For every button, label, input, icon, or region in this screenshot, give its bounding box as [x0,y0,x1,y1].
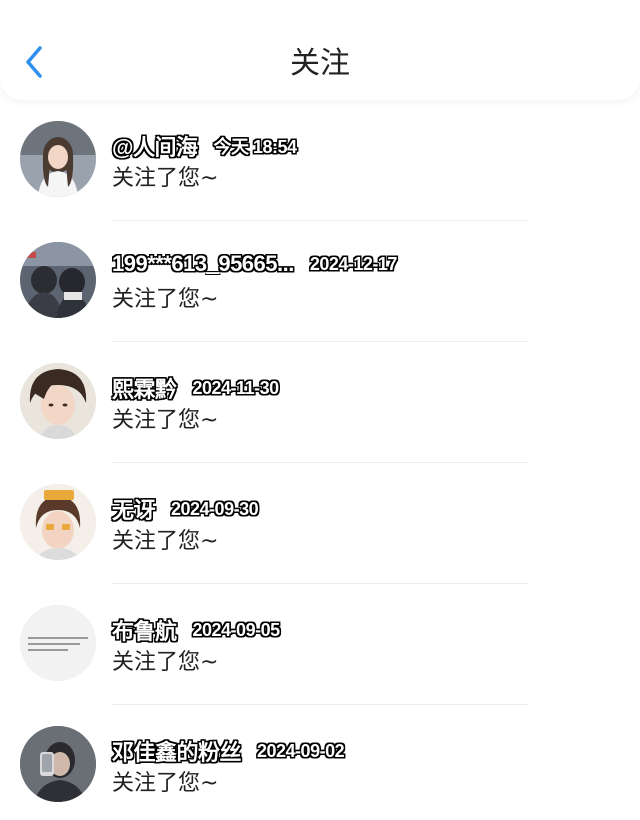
follow-list: @人间海 今天 18:54 关注了您~ 199***613_95665... 2… [0,100,640,820]
notification-text: 关注了您~ [112,650,219,675]
name-line: 199***613_95665... 2024-12-17 [112,251,397,281]
name-line: @人间海 今天 18:54 [112,130,297,160]
list-item[interactable]: 布鲁航 2024-09-05 关注了您~ [0,584,640,705]
list-item[interactable]: 199***613_95665... 2024-12-17 关注了您~ [0,221,640,342]
timestamp: 今天 18:54 [213,137,297,157]
avatar[interactable] [20,605,96,681]
timestamp: 2024-12-17 [309,253,398,274]
timestamp: 2024-09-05 [192,619,281,640]
avatar[interactable] [20,484,96,560]
notification-text: 关注了您~ [112,166,219,191]
name-line: 布鲁航 2024-09-05 [112,614,280,644]
avatar[interactable] [20,242,96,318]
list-item[interactable]: 熙霖黔 2024-11-30 关注了您~ [0,342,640,463]
page-title: 关注 [290,46,350,81]
nickname[interactable]: @人间海 [112,130,198,162]
list-item[interactable]: 邓佳鑫的粉丝 2024-09-02 关注了您~ [0,705,640,820]
avatar[interactable] [20,363,96,439]
timestamp: 2024-09-30 [171,498,259,519]
notification-text: 关注了您~ [112,287,219,312]
notification-text: 关注了您~ [112,771,219,796]
name-line: 邓佳鑫的粉丝 2024-09-02 [112,735,345,767]
timestamp: 2024-11-30 [192,377,280,398]
top-bar: 关注 [0,0,640,100]
avatar[interactable] [20,121,96,197]
nickname[interactable]: 熙霖黔 [112,372,177,404]
list-item[interactable]: @人间海 今天 18:54 关注了您~ [0,100,640,221]
notification-text: 关注了您~ [112,529,219,554]
name-line: 无讶 2024-09-30 [112,493,259,525]
nickname[interactable]: 199***613_95665... [112,251,294,277]
nickname[interactable]: 邓佳鑫的粉丝 [112,735,242,767]
avatar[interactable] [20,726,96,802]
timestamp: 2024-09-02 [257,740,345,761]
notification-text: 关注了您~ [112,408,219,433]
name-line: 熙霖黔 2024-11-30 [112,372,279,402]
follow-notifications-page: 关注 @人间海 今天 18:54 关注了您~ 199***613_95665..… [0,0,640,820]
nickname[interactable]: 无讶 [112,493,156,525]
list-item[interactable]: 无讶 2024-09-30 关注了您~ [0,463,640,584]
nickname[interactable]: 布鲁航 [112,614,177,646]
